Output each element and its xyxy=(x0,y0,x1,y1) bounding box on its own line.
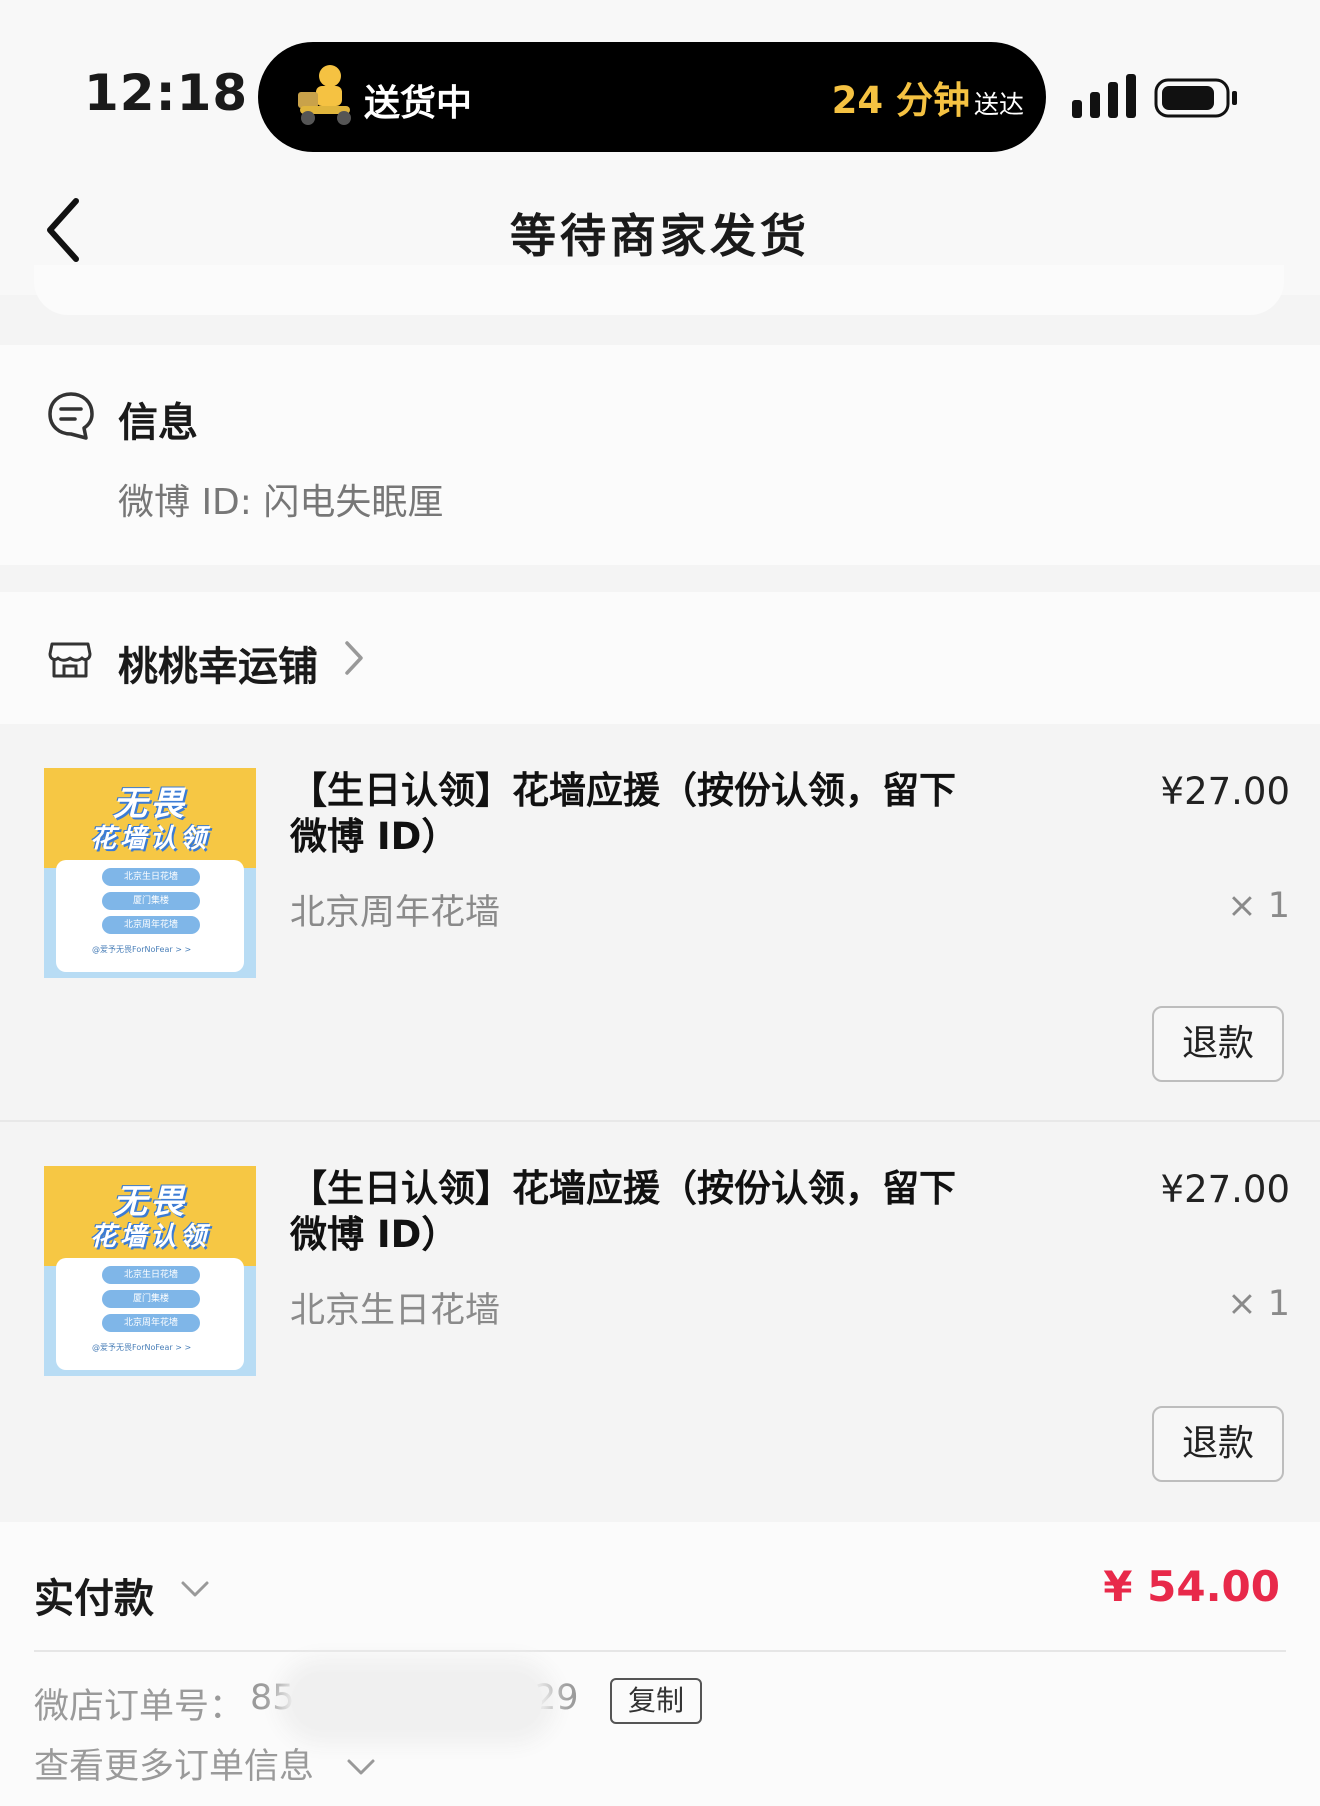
thumbnail-pill: 厦门集楼 xyxy=(102,892,200,910)
eta-suffix: 送达 xyxy=(973,90,1024,119)
thumbnail-pill: 厦门集楼 xyxy=(102,1290,200,1308)
thumbnail-footer: @爱予无畏ForNoFear > > xyxy=(92,945,192,954)
thumbnail-subhead: 花墙认领 xyxy=(89,1222,210,1252)
delivery-status: 送货中 xyxy=(364,83,473,124)
product-thumbnail[interactable]: 无畏 花墙认领 北京生日花墙 厦门集楼 北京周年花墙 @爱予无畏ForNoFea… xyxy=(44,768,256,978)
product-title[interactable]: 【生日认领】花墙应援（按份认领，留下微博 ID） xyxy=(290,768,990,860)
product-variant: 北京生日花墙 xyxy=(290,1291,501,1331)
shop-header[interactable]: 桃桃幸运铺 xyxy=(0,592,1320,724)
product-title[interactable]: 【生日认领】花墙应援（按份认领，留下微博 ID） xyxy=(290,1166,990,1258)
copy-button[interactable]: 复制 xyxy=(610,1678,702,1724)
message-icon xyxy=(48,392,94,440)
status-bar: 12:18 送货中 24 分钟 送达 xyxy=(0,0,1320,160)
battery-icon xyxy=(1154,78,1237,118)
order-number-start: 85 xyxy=(250,1678,295,1718)
product-price: ¥27.00 xyxy=(1160,770,1290,813)
product-variant: 北京周年花墙 xyxy=(290,893,501,933)
chevron-down-icon[interactable] xyxy=(180,1580,210,1598)
signal-icon xyxy=(1072,74,1136,118)
thumbnail-pill: 北京生日花墙 xyxy=(102,868,200,886)
payment-summary: 实付款 ¥ 54.00 微店订单号： 85 29 复制 查看更多订单信息 xyxy=(0,1522,1320,1806)
eta-group: 24 分钟 送达 xyxy=(832,70,1024,124)
thumbnail-pill: 北京生日花墙 xyxy=(102,1266,200,1284)
chevron-right-icon[interactable] xyxy=(342,638,366,678)
order-item: 无畏 花墙认领 北京生日花墙 厦门集楼 北京周年花墙 @爱予无畏ForNoFea… xyxy=(0,1122,1320,1522)
page-title: 等待商家发货 xyxy=(510,209,810,263)
shop-icon xyxy=(48,642,92,678)
clock: 12:18 xyxy=(84,64,249,122)
weibo-id-text: 微博 ID: 闪电失眠厘 xyxy=(118,482,444,523)
thumbnail-subhead: 花墙认领 xyxy=(89,824,210,854)
product-thumbnail[interactable]: 无畏 花墙认领 北京生日花墙 厦门集楼 北京周年花墙 @爱予无畏ForNoFea… xyxy=(44,1166,256,1376)
live-activity-island[interactable]: 送货中 24 分钟 送达 xyxy=(258,42,1046,152)
shop-name[interactable]: 桃桃幸运铺 xyxy=(118,634,318,692)
more-order-info-link[interactable]: 查看更多订单信息 xyxy=(34,1738,314,1789)
thumbnail-pill: 北京周年花墙 xyxy=(102,1314,200,1332)
paid-label: 实付款 xyxy=(34,1576,154,1622)
delivery-rider-icon xyxy=(298,65,351,125)
divider xyxy=(34,1650,1286,1652)
order-item: 无畏 花墙认领 北京生日花墙 厦门集楼 北京周年花墙 @爱予无畏ForNoFea… xyxy=(0,724,1320,1120)
info-title: 信息 xyxy=(118,400,198,446)
product-price: ¥27.00 xyxy=(1160,1168,1290,1211)
order-number-label: 微店订单号： xyxy=(34,1687,245,1727)
thumbnail-pill: 北京周年花墙 xyxy=(102,916,200,934)
eta-time: 24 分钟 xyxy=(831,79,970,122)
refund-button[interactable]: 退款 xyxy=(1152,1006,1284,1082)
product-quantity: × 1 xyxy=(1227,1284,1290,1324)
refund-button[interactable]: 退款 xyxy=(1152,1406,1284,1482)
thumbnail-footer: @爱予无畏ForNoFear > > xyxy=(92,1343,192,1352)
status-card-edge xyxy=(34,265,1284,315)
paid-amount: ¥ 54.00 xyxy=(1103,1562,1280,1611)
product-quantity: × 1 xyxy=(1227,886,1290,926)
redaction-blur xyxy=(292,1672,542,1730)
info-section: 信息 微博 ID: 闪电失眠厘 xyxy=(0,345,1320,565)
chevron-down-icon[interactable] xyxy=(346,1758,376,1776)
